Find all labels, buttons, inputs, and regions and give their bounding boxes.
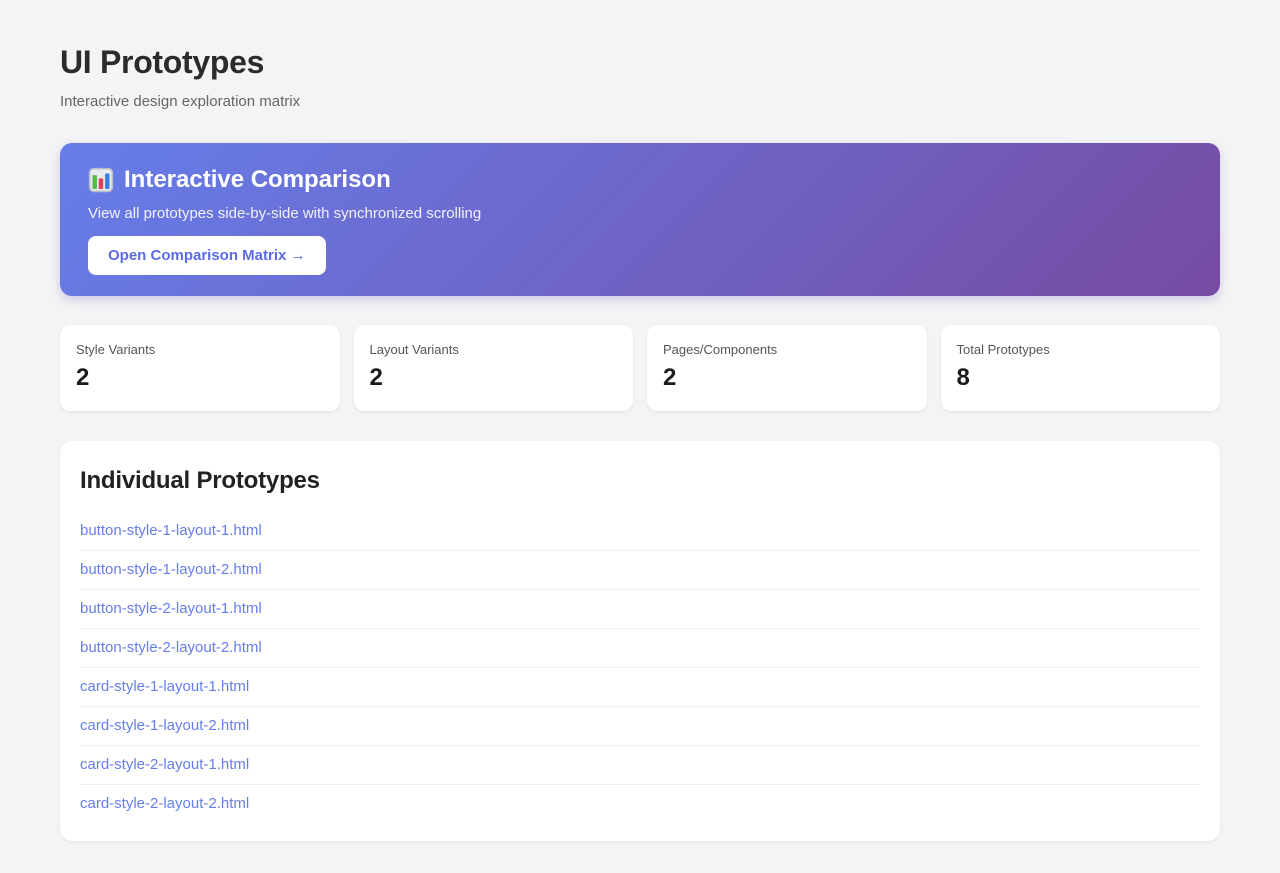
- prototypes-card: Individual Prototypes button-style-1-lay…: [60, 441, 1220, 841]
- stat-label: Pages/Components: [663, 342, 778, 357]
- banner-description: View all prototypes side-by-side with sy…: [88, 205, 482, 222]
- prototype-list: button-style-1-layout-1.html button-styl…: [80, 512, 1200, 823]
- comparison-banner: Interactive Comparison View all prototyp…: [60, 143, 1220, 296]
- stat-value: 8: [956, 364, 970, 391]
- stat-card-layout-variants: Layout Variants 2: [353, 325, 633, 411]
- stat-label: Style Variants: [76, 342, 156, 357]
- prototype-list-item: card-style-2-layout-1.html: [80, 746, 1200, 785]
- prototype-list-item: card-style-1-layout-1.html: [80, 668, 1200, 707]
- prototype-list-item: card-style-2-layout-2.html: [80, 785, 1200, 823]
- prototype-link[interactable]: card-style-2-layout-1.html: [80, 756, 249, 773]
- page-container: UI Prototypes Interactive design explora…: [60, 0, 1220, 841]
- prototypes-heading: Individual Prototypes: [80, 467, 320, 494]
- stat-label: Layout Variants: [369, 342, 459, 357]
- page-title: UI Prototypes: [60, 44, 265, 80]
- prototype-list-item: button-style-2-layout-1.html: [80, 590, 1200, 629]
- prototype-list-item: button-style-1-layout-1.html: [80, 512, 1200, 551]
- stat-card-style-variants: Style Variants 2: [60, 325, 340, 411]
- banner-title: Interactive Comparison: [124, 166, 391, 193]
- page-subtitle: Interactive design exploration matrix: [60, 93, 301, 110]
- prototype-list-item: button-style-1-layout-2.html: [80, 551, 1200, 590]
- prototype-list-item: card-style-1-layout-2.html: [80, 707, 1200, 746]
- prototype-link[interactable]: card-style-1-layout-2.html: [80, 717, 249, 734]
- open-comparison-button[interactable]: Open Comparison Matrix →: [88, 236, 326, 275]
- prototype-link[interactable]: button-style-1-layout-2.html: [80, 561, 262, 578]
- stat-value: 2: [663, 364, 677, 391]
- stat-label: Total Prototypes: [956, 342, 1050, 357]
- prototype-link[interactable]: button-style-2-layout-2.html: [80, 639, 262, 656]
- stats-row: Style Variants 2 Layout Variants 2 Pages…: [60, 325, 1220, 411]
- prototype-link[interactable]: card-style-2-layout-2.html: [80, 795, 249, 812]
- prototype-link[interactable]: button-style-2-layout-1.html: [80, 600, 262, 617]
- prototype-link[interactable]: button-style-1-layout-1.html: [80, 522, 262, 539]
- banner-title-row: Interactive Comparison: [88, 166, 1192, 194]
- prototype-link[interactable]: card-style-1-layout-1.html: [80, 678, 249, 695]
- stat-value: 2: [369, 364, 383, 391]
- stat-card-total-prototypes: Total Prototypes 8: [940, 325, 1220, 411]
- stat-card-pages-components: Pages/Components 2: [647, 325, 927, 411]
- bar-chart-icon: [88, 167, 114, 193]
- stat-value: 2: [76, 364, 90, 391]
- prototype-list-item: button-style-2-layout-2.html: [80, 629, 1200, 668]
